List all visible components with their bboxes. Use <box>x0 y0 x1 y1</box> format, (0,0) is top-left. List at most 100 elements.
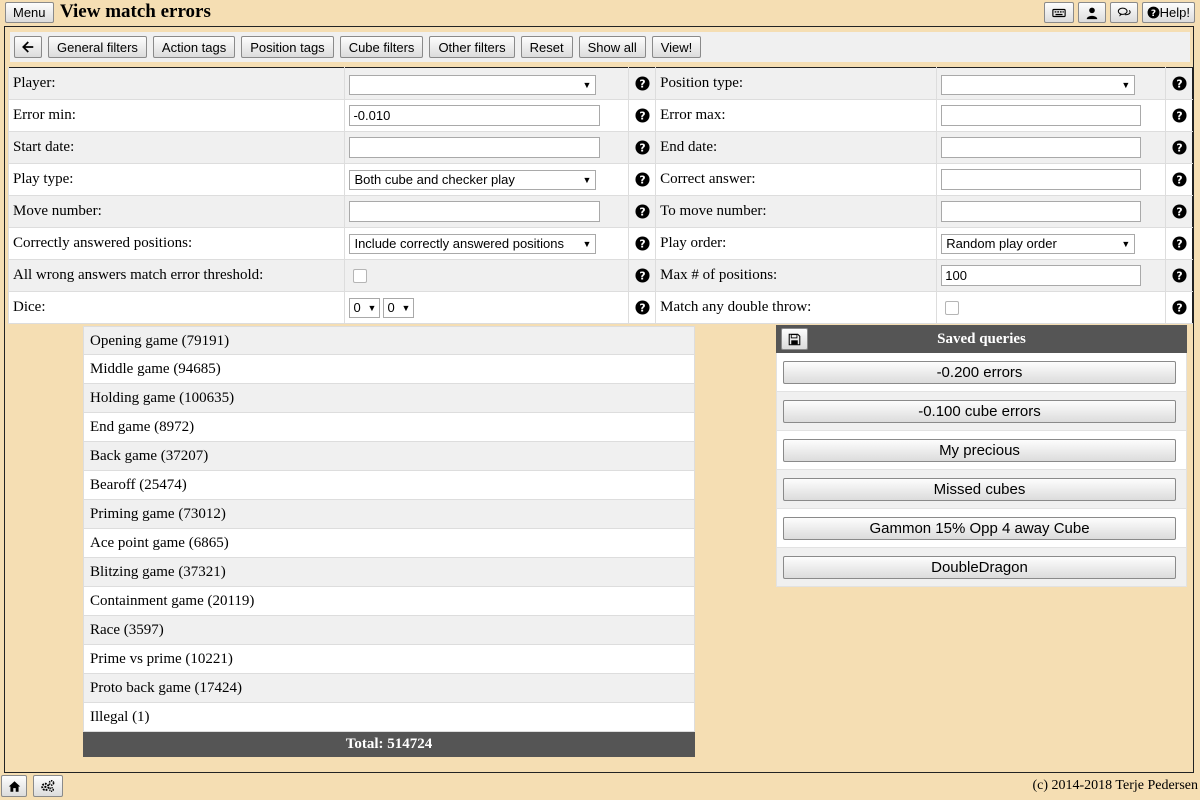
chevron-down-icon: ▼ <box>582 238 592 249</box>
action-tags-button[interactable]: Action tags <box>152 36 236 58</box>
cube-filters-button[interactable]: Cube filters <box>339 36 424 58</box>
help-circle-icon[interactable]: ? <box>635 76 650 91</box>
max-positions-label: Max # of positions: <box>655 259 937 292</box>
help-circle-icon[interactable]: ? <box>1171 204 1187 219</box>
list-item[interactable]: Opening game (79191) <box>83 326 695 355</box>
error-max-input[interactable] <box>941 105 1142 126</box>
saved-queries-list: -0.200 errors -0.100 cube errors My prec… <box>776 353 1187 587</box>
svg-text:?: ? <box>1151 9 1156 19</box>
home-button[interactable] <box>1 775 27 797</box>
list-item[interactable]: Containment game (20119) <box>83 587 695 616</box>
help-circle-icon[interactable]: ? <box>635 236 650 251</box>
svg-text:?: ? <box>1176 238 1182 251</box>
saved-query-row: Missed cubes <box>776 470 1187 509</box>
play-type-select[interactable]: Both cube and checker play ▼ <box>349 169 597 190</box>
saved-query-button[interactable]: Missed cubes <box>783 477 1176 501</box>
list-item[interactable]: Ace point game (6865) <box>83 529 695 558</box>
help-circle-icon[interactable]: ? <box>1171 236 1187 251</box>
end-date-input[interactable] <box>941 137 1142 158</box>
correct-answer-label: Correct answer: <box>655 163 937 196</box>
match-double-checkbox[interactable] <box>945 300 960 315</box>
list-item[interactable]: Prime vs prime (10221) <box>83 645 695 674</box>
keyboard-button[interactable] <box>1043 2 1074 23</box>
play-type-label: Play type: <box>7 163 345 196</box>
menu-button[interactable]: Menu <box>5 2 54 23</box>
chat-button[interactable] <box>1109 2 1138 23</box>
correct-answer-input[interactable] <box>941 169 1142 190</box>
position-type-label: Position type: <box>655 67 937 100</box>
error-min-input[interactable] <box>349 105 601 126</box>
dice-cell: 0 ▼ 0 ▼ <box>344 291 629 324</box>
player-select[interactable]: ▼ <box>349 74 597 95</box>
svg-text:?: ? <box>1176 270 1182 283</box>
list-item[interactable]: End game (8972) <box>83 413 695 442</box>
save-query-button[interactable] <box>781 328 808 350</box>
general-filters-button[interactable]: General filters <box>48 36 147 58</box>
all-wrong-label: All wrong answers match error threshold: <box>7 259 345 292</box>
help-circle-icon[interactable]: ? <box>635 300 650 315</box>
view-button[interactable]: View! <box>651 36 702 58</box>
help-circle-icon[interactable]: ? <box>1171 268 1187 283</box>
back-button[interactable] <box>14 36 42 58</box>
position-tags-button[interactable]: Position tags <box>241 36 334 58</box>
settings-button[interactable] <box>33 775 63 797</box>
svg-text:?: ? <box>1176 206 1182 219</box>
help-cell: ? <box>628 227 656 260</box>
help-circle-icon[interactable]: ? <box>635 204 650 219</box>
list-item[interactable]: Race (3597) <box>83 616 695 645</box>
start-date-input[interactable] <box>349 137 601 158</box>
arrow-left-icon <box>22 41 34 53</box>
move-number-input[interactable] <box>349 201 601 222</box>
chevron-down-icon: ▼ <box>1121 79 1131 90</box>
match-double-label: Match any double throw: <box>655 291 937 324</box>
help-cell: ? <box>628 99 656 132</box>
saved-query-button[interactable]: DoubleDragon <box>783 555 1176 579</box>
copyright-text: (c) 2014-2018 Terje Pedersen <box>1032 778 1198 793</box>
filter-row: Start date: ? End date: ? <box>7 131 1193 164</box>
saved-query-button[interactable]: Gammon 15% Opp 4 away Cube <box>783 516 1176 540</box>
saved-query-button[interactable]: -0.200 errors <box>783 360 1176 384</box>
help-circle-icon[interactable]: ? <box>635 108 650 123</box>
saved-query-button[interactable]: My precious <box>783 438 1176 462</box>
list-item[interactable]: Back game (37207) <box>83 442 695 471</box>
help-circle-icon[interactable]: ? <box>1171 140 1187 155</box>
position-type-select[interactable]: ▼ <box>941 74 1136 95</box>
help-circle-icon[interactable]: ? <box>1171 108 1187 123</box>
help-circle-icon[interactable]: ? <box>635 268 650 283</box>
help-circle-icon[interactable]: ? <box>1171 172 1187 187</box>
svg-text:?: ? <box>1176 302 1182 315</box>
help-circle-icon[interactable]: ? <box>635 172 650 187</box>
help-circle-icon[interactable]: ? <box>1171 76 1187 91</box>
error-max-label: Error max: <box>655 99 937 132</box>
list-item[interactable]: Bearoff (25474) <box>83 471 695 500</box>
list-item[interactable]: Proto back game (17424) <box>83 674 695 703</box>
die-1-select[interactable]: 0 ▼ <box>349 297 381 318</box>
show-all-button[interactable]: Show all <box>578 36 646 58</box>
saved-query-button[interactable]: -0.100 cube errors <box>783 399 1176 423</box>
home-icon <box>8 780 20 792</box>
user-button[interactable] <box>1077 2 1106 23</box>
play-order-value: Random play order <box>946 236 1057 251</box>
help-cell: ? <box>1165 227 1193 260</box>
list-item[interactable]: Holding game (100635) <box>83 384 695 413</box>
correctly-answered-select[interactable]: Include correctly answered positions ▼ <box>349 233 597 254</box>
reset-button[interactable]: Reset <box>520 36 573 58</box>
help-circle-icon[interactable]: ? <box>1171 300 1187 315</box>
help-circle-icon[interactable]: ? <box>635 140 650 155</box>
die-2-select[interactable]: 0 ▼ <box>383 297 415 318</box>
max-positions-input[interactable] <box>941 265 1142 286</box>
all-wrong-checkbox[interactable] <box>353 268 368 283</box>
total-row: Total: 514724 <box>83 732 695 757</box>
saved-queries-header: Saved queries <box>776 325 1187 353</box>
play-order-select[interactable]: Random play order ▼ <box>941 233 1136 254</box>
to-move-number-input[interactable] <box>941 201 1142 222</box>
svg-text:?: ? <box>639 142 645 155</box>
filter-toolbar: General filters Action tags Position tag… <box>10 32 1190 62</box>
list-item[interactable]: Middle game (94685) <box>83 355 695 384</box>
list-item[interactable]: Illegal (1) <box>83 703 695 732</box>
list-item[interactable]: Blitzing game (37321) <box>83 558 695 587</box>
other-filters-button[interactable]: Other filters <box>429 36 515 58</box>
help-button[interactable]: ? Help! <box>1141 2 1195 23</box>
list-item[interactable]: Priming game (73012) <box>83 500 695 529</box>
svg-text:?: ? <box>1176 110 1182 123</box>
